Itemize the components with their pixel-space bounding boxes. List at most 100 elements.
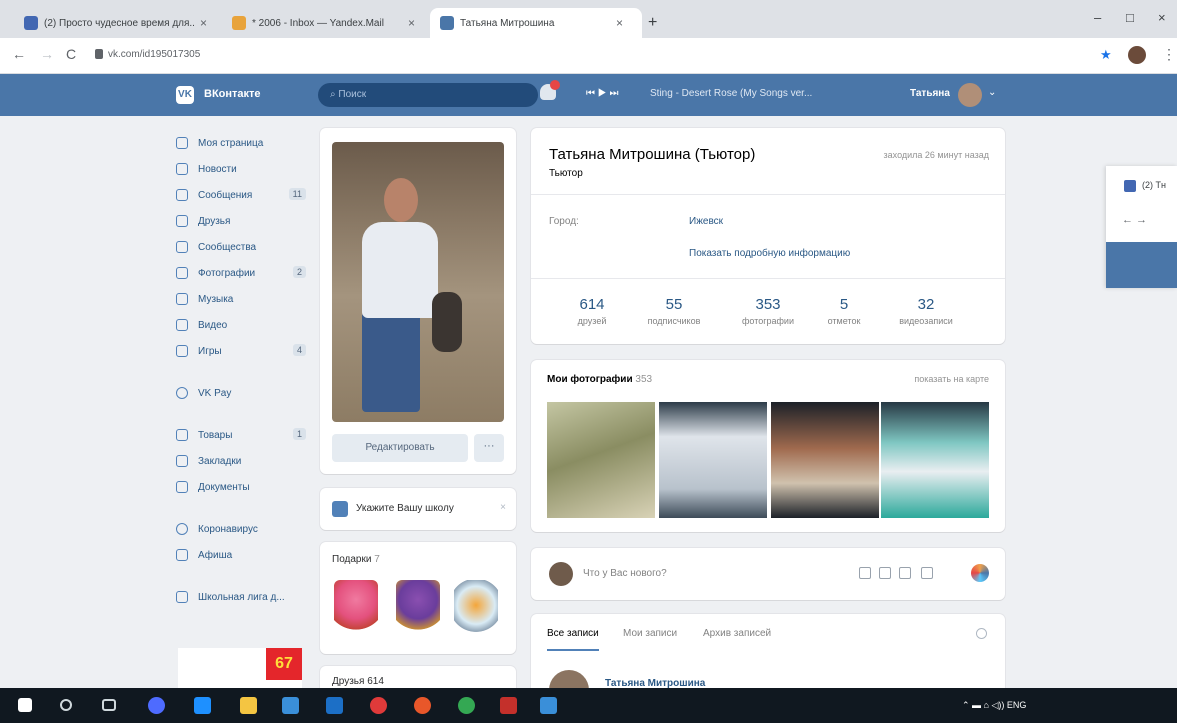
new-tab-button[interactable]: + bbox=[648, 14, 657, 32]
tab-close-icon[interactable]: × bbox=[408, 16, 415, 30]
side-window-nav[interactable]: ← → bbox=[1122, 214, 1147, 226]
tab-close-icon[interactable]: × bbox=[200, 16, 207, 30]
photo-thumbnail[interactable] bbox=[659, 402, 767, 518]
tab-all-posts[interactable]: Все записи bbox=[547, 628, 599, 651]
browser-menu-icon[interactable]: ⋮ bbox=[1162, 46, 1176, 63]
minimize-button[interactable]: – bbox=[1094, 10, 1101, 25]
store-icon[interactable] bbox=[282, 697, 299, 714]
nav-item-count: 11 bbox=[288, 188, 306, 200]
browser-profile-avatar[interactable] bbox=[1128, 46, 1146, 64]
nav-item-messages[interactable]: Сообщения 11 bbox=[176, 182, 306, 208]
tab-archive[interactable]: Архив записей bbox=[703, 628, 771, 639]
windows-start-icon[interactable] bbox=[18, 698, 32, 712]
photo-thumbnail[interactable] bbox=[547, 402, 655, 518]
reload-button[interactable]: C bbox=[66, 46, 76, 62]
maximize-button[interactable]: □ bbox=[1126, 10, 1134, 25]
gift-flowers-pink[interactable] bbox=[334, 580, 378, 636]
video-icon[interactable] bbox=[879, 567, 891, 579]
nav-item-count: 1 bbox=[292, 428, 306, 440]
lock-icon[interactable] bbox=[95, 49, 103, 59]
nav-item-my-page[interactable]: Моя страница bbox=[176, 130, 306, 156]
counter-videos[interactable]: 32 видеозаписи bbox=[881, 296, 971, 326]
side-window-title: (2) Тн bbox=[1142, 180, 1166, 190]
app-icon[interactable] bbox=[148, 697, 165, 714]
audio-track-title[interactable]: Sting - Desert Rose (My Songs ver... bbox=[650, 88, 812, 99]
divider bbox=[531, 194, 1005, 195]
nav-item-documents[interactable]: Документы bbox=[176, 474, 306, 500]
nav-item-music[interactable]: Музыка bbox=[176, 286, 306, 312]
nav-item-games[interactable]: Игры 4 bbox=[176, 338, 306, 364]
header-user-name[interactable]: Татьяна bbox=[910, 88, 950, 99]
side-window-header bbox=[1106, 242, 1177, 288]
powerpoint-icon[interactable] bbox=[500, 697, 517, 714]
counter-friends[interactable]: 614 друзей bbox=[547, 296, 637, 326]
bookmark-star-icon[interactable]: ★ bbox=[1100, 47, 1112, 63]
more-actions-button[interactable]: ··· bbox=[474, 434, 504, 462]
close-icon[interactable]: × bbox=[500, 502, 506, 513]
photo-thumbnail[interactable] bbox=[771, 402, 879, 518]
nav-item-coronavirus[interactable]: Коронавирус bbox=[176, 516, 306, 542]
chevron-down-icon[interactable]: ⌄ bbox=[988, 87, 996, 98]
nav-item-bookmarks[interactable]: Закладки bbox=[176, 448, 306, 474]
counter-followers[interactable]: 55 подписчиков bbox=[629, 296, 719, 326]
nav-item-label: Сообщества bbox=[198, 241, 257, 253]
edit-profile-button[interactable]: Редактировать bbox=[332, 434, 468, 462]
vk-brand-name[interactable]: ВКонтакте bbox=[204, 88, 261, 100]
nav-item-goods[interactable]: Товары 1 bbox=[176, 422, 306, 448]
camera-icon[interactable] bbox=[859, 567, 871, 579]
nav-item-photos[interactable]: Фотографии 2 bbox=[176, 260, 306, 286]
audio-player-controls[interactable]: ⏮ ▶ ⏭ bbox=[586, 88, 618, 99]
search-input[interactable]: ⌕ Поиск bbox=[318, 83, 538, 107]
browser-tab-facebook[interactable]: (2) Просто чудесное время для... × bbox=[14, 8, 217, 38]
school-prompt-card[interactable]: Укажите Вашу школу × bbox=[320, 488, 516, 530]
mail-icon[interactable] bbox=[326, 697, 343, 714]
header-user-avatar[interactable] bbox=[958, 83, 982, 107]
back-button[interactable]: ← bbox=[12, 46, 26, 62]
nav-item-events[interactable]: Афиша bbox=[176, 542, 306, 568]
file-explorer-icon[interactable] bbox=[240, 697, 257, 714]
search-icon[interactable] bbox=[60, 699, 72, 711]
nav-item-vk-pay[interactable]: VK Pay bbox=[176, 380, 306, 406]
side-browser-window[interactable]: (2) Тн ← → bbox=[1106, 166, 1177, 288]
edge-icon[interactable] bbox=[194, 697, 211, 714]
gifts-title[interactable]: Подарки 7 bbox=[332, 554, 380, 565]
nav-item-news[interactable]: Новости bbox=[176, 156, 306, 182]
show-on-map-link[interactable]: показать на карте bbox=[914, 374, 989, 384]
nav-item-school-league[interactable]: Школьная лига д... bbox=[176, 584, 306, 610]
stories-icon[interactable] bbox=[971, 564, 989, 582]
search-icon[interactable] bbox=[976, 628, 987, 639]
show-more-info-link[interactable]: Показать подробную информацию bbox=[689, 248, 850, 259]
music-icon[interactable] bbox=[899, 567, 911, 579]
chrome-icon[interactable] bbox=[458, 697, 475, 714]
profile-status[interactable]: Тьютор bbox=[549, 168, 583, 179]
text-icon[interactable] bbox=[921, 567, 933, 579]
nav-item-friends[interactable]: Друзья bbox=[176, 208, 306, 234]
yandex-browser-icon[interactable] bbox=[370, 697, 387, 714]
nav-item-video[interactable]: Видео bbox=[176, 312, 306, 338]
close-window-button[interactable]: × bbox=[1158, 10, 1166, 25]
friends-title[interactable]: Друзья 614 bbox=[332, 676, 384, 687]
browser-tab-vk-profile[interactable]: Татьяна Митрошина × bbox=[430, 8, 642, 38]
url-field[interactable]: vk.com/id195017305 bbox=[108, 49, 200, 60]
opera-icon[interactable] bbox=[414, 697, 431, 714]
ad-banner[interactable]: 67 bbox=[178, 648, 302, 688]
task-view-icon[interactable] bbox=[102, 699, 116, 711]
browser-tab-yandex-mail[interactable]: * 2006 - Inbox — Yandex.Mail × bbox=[222, 8, 425, 38]
photo-person-legs bbox=[362, 312, 420, 412]
app-icon[interactable] bbox=[540, 697, 557, 714]
city-link[interactable]: Ижевск bbox=[689, 216, 723, 227]
photo-thumbnail[interactable] bbox=[881, 402, 989, 518]
counter-tags[interactable]: 5 отметок bbox=[799, 296, 889, 326]
vk-logo-icon[interactable]: VK bbox=[176, 86, 194, 104]
system-tray[interactable]: ⌃ ▬ ⌂ ◁)) ENG bbox=[962, 700, 1026, 711]
tab-close-icon[interactable]: × bbox=[616, 16, 623, 30]
gift-snow-globe[interactable] bbox=[454, 580, 498, 636]
nav-item-communities[interactable]: Сообщества bbox=[176, 234, 306, 260]
forward-button[interactable]: → bbox=[40, 46, 54, 62]
gifts-card: Подарки 7 bbox=[320, 542, 516, 654]
profile-photo[interactable] bbox=[332, 142, 504, 422]
gift-flowers-purple[interactable] bbox=[396, 580, 440, 636]
photos-title[interactable]: Мои фотографии 353 bbox=[547, 374, 652, 385]
tab-my-posts[interactable]: Мои записи bbox=[623, 628, 677, 639]
new-post-input[interactable]: Что у Вас нового? bbox=[583, 568, 667, 579]
